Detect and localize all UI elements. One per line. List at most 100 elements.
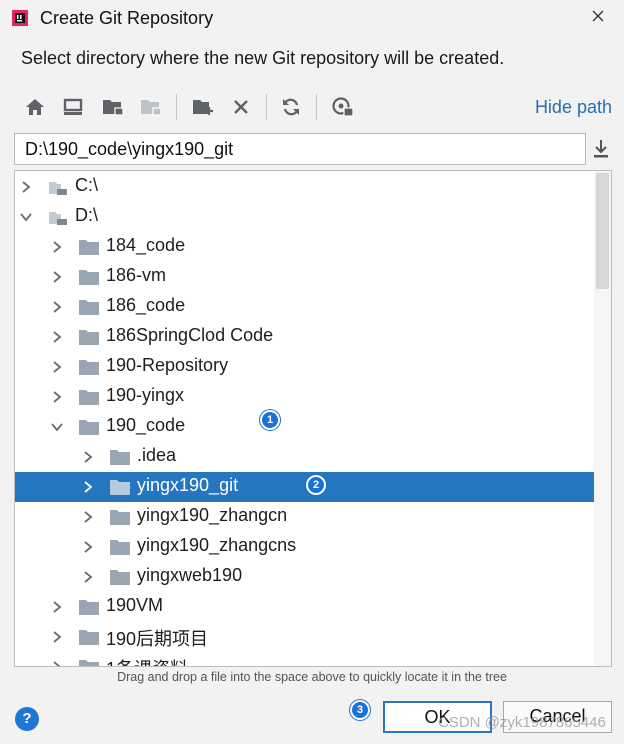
module-folder-button[interactable] (138, 94, 164, 120)
watermark: CSDN @zyk1987865446 (438, 714, 606, 731)
drive-icon (49, 182, 67, 195)
tree-item-label: yingxweb190 (137, 565, 243, 585)
tree-row[interactable]: 1备课资料 (15, 652, 595, 667)
toolbar-separator (176, 94, 177, 120)
close-button[interactable] (586, 4, 610, 28)
chevron-right-icon[interactable] (81, 480, 95, 494)
home-button[interactable] (22, 94, 48, 120)
chevron-right-icon[interactable] (50, 240, 64, 254)
chevron-right-icon[interactable] (50, 360, 64, 374)
folder-icon (110, 450, 130, 465)
new-folder-icon (193, 100, 213, 115)
chevron-right-icon[interactable] (81, 450, 95, 464)
tree-row[interactable]: 184_code (15, 232, 595, 262)
tree-item-label: 190-Repository (106, 355, 229, 375)
hide-path-link[interactable]: Hide path (535, 97, 612, 118)
tree-item-label: 190_code (106, 415, 186, 435)
folder-icon (79, 330, 99, 345)
chevron-right-icon[interactable] (50, 630, 64, 644)
tree-row[interactable]: 190-Repository (15, 352, 595, 382)
tree-row[interactable]: 186_code (15, 292, 595, 322)
tree-row[interactable]: D:\ (15, 202, 595, 232)
file-chooser-toolbar: Hide path (14, 88, 614, 128)
tree-row[interactable]: yingx190_zhangcn (15, 502, 595, 532)
show-hidden-icon (332, 97, 354, 117)
chevron-right-icon[interactable] (50, 660, 64, 667)
tree-item-label: yingx190_git (137, 475, 239, 495)
folder-icon (79, 660, 99, 666)
tree-row[interactable]: 190后期项目 (15, 622, 595, 652)
chevron-right-icon[interactable] (81, 570, 95, 584)
tree-row[interactable]: C:\ (15, 172, 595, 202)
tree-row[interactable]: 190VM (15, 592, 595, 622)
refresh-icon (283, 98, 299, 116)
path-input[interactable] (14, 133, 586, 165)
refresh-button[interactable] (278, 94, 304, 120)
tree-item-label: 186-vm (106, 265, 167, 285)
chevron-right-icon[interactable] (50, 330, 64, 344)
folder-icon (79, 390, 99, 405)
dialog-description: Select directory where the new Git repos… (21, 48, 505, 68)
scrollbar-thumb[interactable] (596, 173, 609, 289)
annotation-badge: 3 (350, 700, 370, 720)
annotation-badge: 2 (306, 475, 326, 495)
tree-row[interactable]: 186-vm (15, 262, 595, 292)
tree-row[interactable]: yingx190_zhangcns (15, 532, 595, 562)
download-icon[interactable] (592, 138, 610, 160)
project-folder-button[interactable] (100, 94, 126, 120)
show-hidden-files-button[interactable] (330, 94, 356, 120)
tree-row[interactable]: 190_code (15, 412, 595, 442)
drag-drop-hint: Drag and drop a file into the space abov… (117, 670, 507, 684)
tree-row-selected[interactable]: yingx190_git (15, 472, 595, 502)
chevron-right-icon[interactable] (19, 180, 33, 194)
tree-item-label: 190-yingx (106, 385, 185, 405)
folder-icon (79, 360, 99, 375)
chevron-down-icon[interactable] (50, 420, 64, 434)
folder-icon (79, 420, 99, 435)
project-folder-icon (103, 100, 124, 116)
new-folder-button[interactable] (190, 94, 216, 120)
folder-icon (110, 480, 130, 495)
tree-row[interactable]: 190-yingx (15, 382, 595, 412)
tree-item-label: 190后期项目 (106, 629, 209, 649)
annotation-badge: 1 (260, 410, 280, 430)
tree-item-label: D:\ (75, 205, 99, 225)
home-icon (26, 99, 44, 115)
desktop-button[interactable] (60, 94, 86, 120)
chevron-down-icon[interactable] (19, 210, 33, 224)
chevron-right-icon[interactable] (50, 300, 64, 314)
tree-row[interactable]: .idea (15, 442, 595, 472)
delete-button[interactable] (228, 94, 254, 120)
folder-icon (79, 240, 99, 255)
folder-icon (110, 510, 130, 525)
chevron-right-icon[interactable] (50, 600, 64, 614)
toolbar-separator (266, 94, 267, 120)
tree-item-label: 1备课资料 (106, 655, 188, 666)
folder-icon (79, 630, 99, 645)
chevron-right-icon[interactable] (81, 510, 95, 524)
folder-icon (79, 600, 99, 615)
title-bar: Create Git Repository (0, 0, 624, 38)
tree-item-label: 186SpringClod Code (106, 325, 274, 345)
toolbar-separator (316, 94, 317, 120)
tree-item-label: yingx190_zhangcn (137, 505, 288, 525)
tree-row[interactable]: yingxweb190 (15, 562, 595, 592)
tree-item-label: 190VM (106, 595, 164, 615)
chevron-right-icon[interactable] (81, 540, 95, 554)
intellij-app-icon (12, 10, 28, 26)
tree-item-label: 184_code (106, 235, 186, 255)
folder-icon (79, 300, 99, 315)
tree-row[interactable]: 186SpringClod Code (15, 322, 595, 352)
delete-icon (234, 100, 248, 114)
chevron-right-icon[interactable] (50, 390, 64, 404)
close-icon (592, 10, 604, 22)
chevron-right-icon[interactable] (50, 270, 64, 284)
desktop-icon (63, 98, 83, 115)
tree-scrollbar[interactable] (594, 171, 611, 666)
directory-tree[interactable]: 1备课资料 190后期项目 190VM yingxweb190 yingx190_zha… (14, 170, 612, 667)
folder-icon (110, 540, 130, 555)
tree-item-label: 186_code (106, 295, 186, 315)
drive-icon (49, 212, 67, 225)
help-button[interactable]: ? (15, 707, 39, 731)
tree-item-label: C:\ (75, 175, 99, 195)
